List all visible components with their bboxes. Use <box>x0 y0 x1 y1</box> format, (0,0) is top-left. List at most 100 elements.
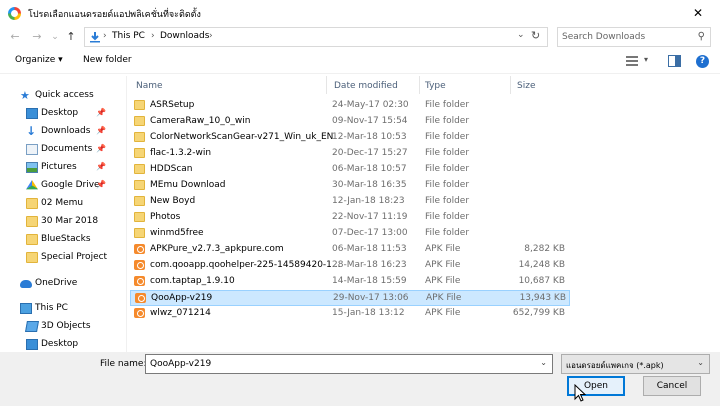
search-icon: ⚲ <box>697 31 705 42</box>
file-date-modified: 14-Mar-18 15:59 <box>332 276 407 286</box>
column-divider[interactable] <box>326 76 327 94</box>
file-list[interactable]: ^ Name Date modified Type Size ASRSetup 2… <box>128 76 720 352</box>
file-row[interactable]: wlwz_071214 15-Jan-18 13:12 APK File 652,79… <box>130 306 570 322</box>
file-name-value: QooApp-v219 <box>150 359 212 369</box>
apk-file-icon <box>134 308 145 318</box>
address-dropdown-chevron-icon[interactable]: ⌄ <box>517 30 525 40</box>
sidebar-item-bluestacks[interactable]: BlueStacks <box>0 231 126 249</box>
file-row[interactable]: QooApp-v219 29-Nov-17 13:06 APK File 13,943… <box>130 290 570 306</box>
file-row[interactable]: CameraRaw_10_0_win 09-Nov-17 15:54 File fo… <box>130 114 570 130</box>
view-dropdown-icon[interactable]: ▾ <box>644 55 648 64</box>
close-button[interactable]: ✕ <box>676 0 720 26</box>
column-header-date-modified[interactable]: Date modified <box>334 81 398 99</box>
command-bar: Organize ▾ New folder ▾ ? <box>0 50 720 74</box>
file-type: APK File <box>425 244 461 254</box>
file-type: File folder <box>425 164 470 174</box>
pin-icon: 📌 <box>96 108 106 117</box>
column-header-name[interactable]: Name <box>136 81 163 99</box>
organize-button[interactable]: Organize ▾ <box>15 55 63 65</box>
file-row[interactable]: MEmu Download 30-Mar-18 16:35 File folder <box>130 178 570 194</box>
file-row[interactable]: HDDScan 06-Mar-18 10:57 File folder <box>130 162 570 178</box>
preview-pane-icon[interactable] <box>668 55 681 67</box>
sidebar-item-onedrive[interactable]: OneDrive <box>0 275 126 293</box>
sidebar-item-quick-access[interactable]: ★ Quick access <box>0 87 126 105</box>
file-date-modified: 12-Jan-18 18:23 <box>332 196 405 206</box>
sidebar-item-label: Desktop <box>41 108 79 118</box>
forward-arrow-icon[interactable]: → <box>30 30 44 44</box>
back-arrow-icon[interactable]: ← <box>8 30 22 44</box>
sidebar-item-downloads[interactable]: ↓ Downloads 📌 <box>0 123 126 141</box>
file-date-modified: 24-May-17 02:30 <box>332 100 409 110</box>
recent-locations-chevron-icon[interactable]: ⌄ <box>48 30 62 44</box>
column-divider[interactable] <box>510 76 511 94</box>
help-icon[interactable]: ? <box>696 55 709 68</box>
file-size: 13,943 KB <box>519 293 566 303</box>
folder-icon <box>26 252 38 263</box>
folder-icon <box>134 164 145 174</box>
folder-icon <box>26 198 38 209</box>
file-date-modified: 07-Dec-17 13:00 <box>332 228 408 238</box>
file-name: ASRSetup <box>150 100 195 110</box>
navigation-pane[interactable]: ★ Quick access Desktop 📌 ↓ Downloads 📌 D… <box>0 76 127 352</box>
file-type: File folder <box>425 116 470 126</box>
search-box[interactable]: ⚲ <box>557 27 711 47</box>
file-row[interactable]: ColorNetworkScanGear-v271_Win_uk_EN 12-Ma… <box>130 130 570 146</box>
file-row[interactable]: Photos 22-Nov-17 11:19 File folder <box>130 210 570 226</box>
file-date-modified: 12-Mar-18 10:53 <box>332 132 407 142</box>
desktop-icon <box>26 108 38 119</box>
sidebar-item-label: Downloads <box>41 126 91 136</box>
file-row[interactable]: com.taptap_1.9.10 14-Mar-18 15:59 APK File… <box>130 274 570 290</box>
sidebar-item-02-memu[interactable]: 02 Memu <box>0 195 126 213</box>
sidebar-item-3d-objects[interactable]: 3D Objects <box>0 318 126 336</box>
address-bar[interactable]: › This PC › Downloads › ⌄ ↻ <box>84 27 548 47</box>
file-row[interactable]: ASRSetup 24-May-17 02:30 File folder <box>130 98 570 114</box>
file-row[interactable]: winmd5free 07-Dec-17 13:00 File folder <box>130 226 570 242</box>
sidebar-item-label: BlueStacks <box>41 234 91 244</box>
folder-icon <box>26 216 38 227</box>
sidebar-item-google-drive[interactable]: Google Drive 📌 <box>0 177 126 195</box>
mouse-cursor-icon <box>574 384 586 402</box>
view-options-icon[interactable] <box>626 56 638 66</box>
sidebar-item-30-mar-2018[interactable]: 30 Mar 2018 <box>0 213 126 231</box>
folder-icon <box>26 234 38 245</box>
sidebar-item-this-pc[interactable]: This PC <box>0 300 126 318</box>
address-row: ← → ⌄ ↑ › This PC › Downloads › ⌄ ↻ ⚲ <box>0 26 720 48</box>
up-arrow-icon[interactable]: ↑ <box>64 30 78 44</box>
file-date-modified: 30-Mar-18 16:35 <box>332 180 407 190</box>
refresh-icon[interactable]: ↻ <box>531 29 540 42</box>
file-row[interactable]: flac-1.3.2-win 20-Dec-17 15:27 File folder <box>130 146 570 162</box>
file-size: 10,687 KB <box>518 276 565 286</box>
search-input[interactable] <box>562 30 687 44</box>
column-header-size[interactable]: Size <box>517 81 535 99</box>
file-date-modified: 09-Nov-17 15:54 <box>332 116 408 126</box>
sidebar-item-label: 02 Memu <box>41 198 84 208</box>
sidebar-item-label: Documents <box>41 144 93 154</box>
breadcrumb-separator: › <box>209 31 213 41</box>
file-name-dropdown-chevron-icon[interactable]: ⌄ <box>540 358 547 367</box>
file-name: Photos <box>150 212 181 222</box>
file-date-modified: 15-Jan-18 13:12 <box>332 308 405 318</box>
sidebar-item-label: Special Project <box>41 252 108 262</box>
column-divider[interactable] <box>419 76 420 94</box>
file-name-input[interactable]: QooApp-v219 ⌄ <box>145 354 553 374</box>
file-row[interactable]: com.qooapp.qoohelper-225-14589420-1... 28… <box>130 258 570 274</box>
file-type: File folder <box>425 228 470 238</box>
breadcrumb-downloads[interactable]: Downloads <box>160 31 209 41</box>
folder-icon <box>134 212 145 222</box>
breadcrumb-this-pc[interactable]: This PC <box>112 31 145 41</box>
sidebar-item-desktop-pc[interactable]: Desktop <box>0 336 126 352</box>
new-folder-button[interactable]: New folder <box>83 55 132 65</box>
sidebar-item-documents[interactable]: Documents 📌 <box>0 141 126 159</box>
file-type-dropdown-chevron-icon: ⌄ <box>697 358 704 367</box>
file-type-select[interactable]: แอนดรอยด์แพคเกจ (*.apk) ⌄ <box>561 354 710 374</box>
cancel-button[interactable]: Cancel <box>643 376 701 396</box>
column-header-type[interactable]: Type <box>425 81 446 99</box>
file-date-modified: 28-Mar-18 16:23 <box>332 260 407 270</box>
sidebar-item-pictures[interactable]: Pictures 📌 <box>0 159 126 177</box>
sidebar-item-special-project[interactable]: Special Project <box>0 249 126 267</box>
dialog-footer: File name: QooApp-v219 ⌄ แอนดรอยด์แพคเกจ… <box>0 352 720 406</box>
file-type: File folder <box>425 180 470 190</box>
file-row[interactable]: APKPure_v2.7.3_apkpure.com 06-Mar-18 11:5… <box>130 242 570 258</box>
sidebar-item-desktop[interactable]: Desktop 📌 <box>0 105 126 123</box>
file-row[interactable]: New Boyd 12-Jan-18 18:23 File folder <box>130 194 570 210</box>
